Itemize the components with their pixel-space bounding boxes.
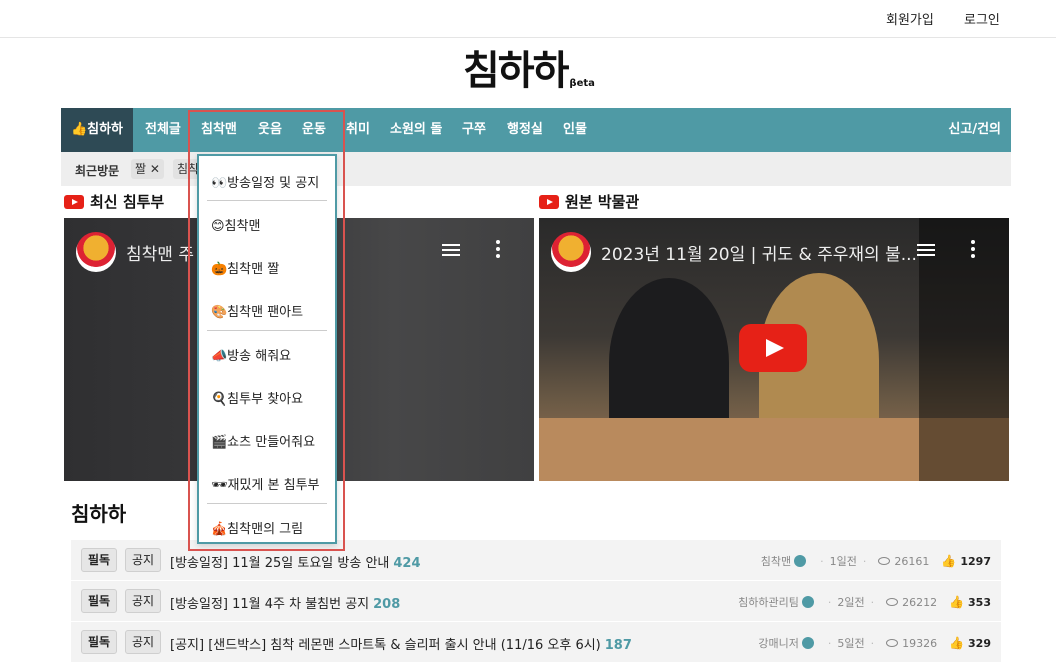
nav-home[interactable]: 👍침하하	[61, 108, 133, 152]
separator-dot: ·	[862, 554, 867, 568]
post-title-text[interactable]: [방송일정] 11월 25일 토요일 방송 안내	[170, 556, 389, 571]
queue-icon[interactable]	[442, 244, 460, 260]
thumbs-up-icon: 👍	[941, 554, 957, 568]
section-latest: 최신 침투부	[64, 191, 164, 212]
menu-item-request-stream[interactable]: 📣방송 해줘요	[211, 345, 291, 364]
pin-badge: 필독	[81, 630, 118, 654]
chimchakman-dropdown-menu: 👀방송일정 및 공지 😊침착맨 🎃침착맨 짤 🎨침착맨 팬아트 📣방송 해줘요 …	[197, 154, 337, 544]
table-row[interactable]: 필독 공지 [방송일정] 11월 25일 토요일 방송 안내 424 침착맨 · …	[71, 540, 1001, 581]
youtube-icon	[64, 194, 84, 209]
notice-badge: 공지	[125, 589, 162, 613]
menu-divider	[207, 330, 327, 331]
section-latest-title: 최신 침투부	[90, 193, 165, 211]
eye-icon	[878, 557, 891, 565]
comment-count: 424	[393, 556, 421, 571]
recent-visits-label: 최근방문	[75, 164, 120, 178]
post-author[interactable]: 강매니저	[758, 635, 798, 651]
more-icon[interactable]	[971, 240, 975, 261]
site-logo[interactable]: 침하하 βeta	[463, 47, 595, 95]
video-title[interactable]: 2023년 11월 20일 | 귀도 & 주우재의 불...	[601, 240, 917, 265]
eye-icon	[886, 598, 899, 606]
youtube-icon	[539, 194, 559, 209]
post-meta: 강매니저 · 5일전 · 19326 👍 329	[758, 635, 991, 651]
nav-report[interactable]: 신고/건의	[948, 108, 1001, 152]
main-nav: 👍침하하 전체글 침착맨 웃음 운동 취미 소원의 돌 구쭈 행정실 인물 신고…	[61, 108, 1011, 152]
comment-count: 187	[604, 638, 632, 653]
video-title[interactable]: 침착맨 주	[126, 240, 194, 265]
post-time: 2일전	[837, 596, 865, 609]
menu-item-schedule[interactable]: 👀방송일정 및 공지	[211, 172, 319, 191]
verified-icon	[794, 555, 807, 567]
recent-chip[interactable]: 짤 ✕	[131, 159, 164, 179]
section-archive: 원본 박물관	[539, 191, 639, 212]
post-title[interactable]: [방송일정] 11월 25일 토요일 방송 안내 424	[170, 552, 421, 571]
menu-item-memes[interactable]: 🎃침착맨 짤	[211, 258, 279, 277]
nav-item-goods[interactable]: 구쭈	[462, 108, 486, 152]
like-count: 1297	[960, 554, 991, 568]
post-meta: 침하하관리팀 · 2일전 · 26212 👍 353	[738, 594, 991, 610]
thumbs-up-icon: 👍	[949, 636, 965, 650]
post-list: 필독 공지 [방송일정] 11월 25일 토요일 방송 안내 424 침착맨 · …	[71, 540, 1001, 663]
separator-dot: ·	[827, 636, 832, 650]
menu-item-fun-videos[interactable]: 🕶재밌게 본 침투부	[211, 474, 320, 493]
channel-avatar[interactable]	[551, 232, 591, 272]
signup-link[interactable]: 회원가입	[886, 9, 934, 28]
pin-badge: 필독	[81, 589, 118, 613]
menu-item-find-video[interactable]: 🍳침투부 찾아요	[211, 388, 303, 407]
menu-item-fanart[interactable]: 🎨침착맨 팬아트	[211, 301, 303, 320]
post-time: 5일전	[837, 637, 865, 650]
table-row[interactable]: 필독 공지 [공지] [샌드박스] 침착 레몬맨 스마트톡 & 슬리퍼 출시 안…	[71, 622, 1001, 663]
view-count: 26212	[902, 595, 938, 609]
view-count: 19326	[902, 636, 938, 650]
nav-item-people[interactable]: 인물	[563, 108, 587, 152]
notice-badge: 공지	[125, 630, 162, 654]
verified-icon	[801, 596, 814, 608]
play-button[interactable]	[739, 324, 807, 372]
separator-dot: ·	[870, 595, 875, 609]
nav-item-wish-stone[interactable]: 소원의 돌	[390, 108, 442, 152]
view-count: 26161	[894, 554, 930, 568]
verified-icon	[801, 637, 814, 649]
menu-divider	[207, 503, 327, 504]
nav-item-all[interactable]: 전체글	[145, 108, 181, 152]
thumbs-up-icon: 👍	[949, 595, 965, 609]
section-archive-title: 원본 박물관	[565, 193, 640, 211]
post-author[interactable]: 침착맨	[761, 553, 791, 569]
separator-dot: ·	[827, 595, 832, 609]
video-player-archive[interactable]: 2023년 11월 20일 | 귀도 & 주우재의 불...	[539, 218, 1009, 481]
comment-count: 208	[373, 597, 401, 612]
post-title[interactable]: [방송일정] 11월 4주 차 불침번 공지 208	[170, 593, 400, 612]
post-title-text[interactable]: [방송일정] 11월 4주 차 불침번 공지	[170, 597, 369, 612]
separator-dot: ·	[820, 554, 824, 568]
logo-beta: βeta	[569, 78, 595, 89]
notice-badge: 공지	[125, 548, 162, 572]
nav-item-laugh[interactable]: 웃음	[258, 108, 282, 152]
menu-divider	[207, 200, 327, 201]
login-link[interactable]: 로그인	[964, 9, 1000, 28]
nav-item-chimchakman[interactable]: 침착맨	[201, 108, 237, 152]
post-author[interactable]: 침하하관리팀	[738, 594, 799, 610]
table-row[interactable]: 필독 공지 [방송일정] 11월 4주 차 불침번 공지 208 침하하관리팀 ·…	[71, 581, 1001, 622]
nav-item-admin[interactable]: 행정실	[507, 108, 543, 152]
menu-item-make-shorts[interactable]: 🎬쇼츠 만들어줘요	[211, 431, 315, 450]
like-count: 353	[968, 595, 991, 609]
like-count: 329	[968, 636, 991, 650]
queue-icon[interactable]	[917, 244, 935, 260]
nav-item-hobby[interactable]: 취미	[346, 108, 370, 152]
top-bar: 회원가입 로그인	[0, 0, 1056, 38]
separator-dot: ·	[870, 636, 875, 650]
post-time: 1일전	[829, 555, 857, 568]
menu-item-drawings[interactable]: 🎪침착맨의 그림	[211, 518, 303, 537]
menu-item-chimchakman[interactable]: 😊침착맨	[211, 215, 260, 234]
channel-avatar[interactable]	[76, 232, 116, 272]
logo-text: 침하하	[463, 48, 569, 94]
post-title[interactable]: [공지] [샌드박스] 침착 레몬맨 스마트톡 & 슬리퍼 출시 안내 (11/…	[170, 634, 632, 653]
post-meta: 침착맨 · 1일전 · 26161 👍 1297	[761, 553, 991, 569]
board-title: 침하하	[71, 502, 127, 526]
nav-item-exercise[interactable]: 운동	[302, 108, 326, 152]
eye-icon	[886, 639, 899, 647]
pin-badge: 필독	[81, 548, 118, 572]
post-title-text[interactable]: [공지] [샌드박스] 침착 레몬맨 스마트톡 & 슬리퍼 출시 안내 (11/…	[170, 638, 601, 653]
more-icon[interactable]	[496, 240, 500, 261]
